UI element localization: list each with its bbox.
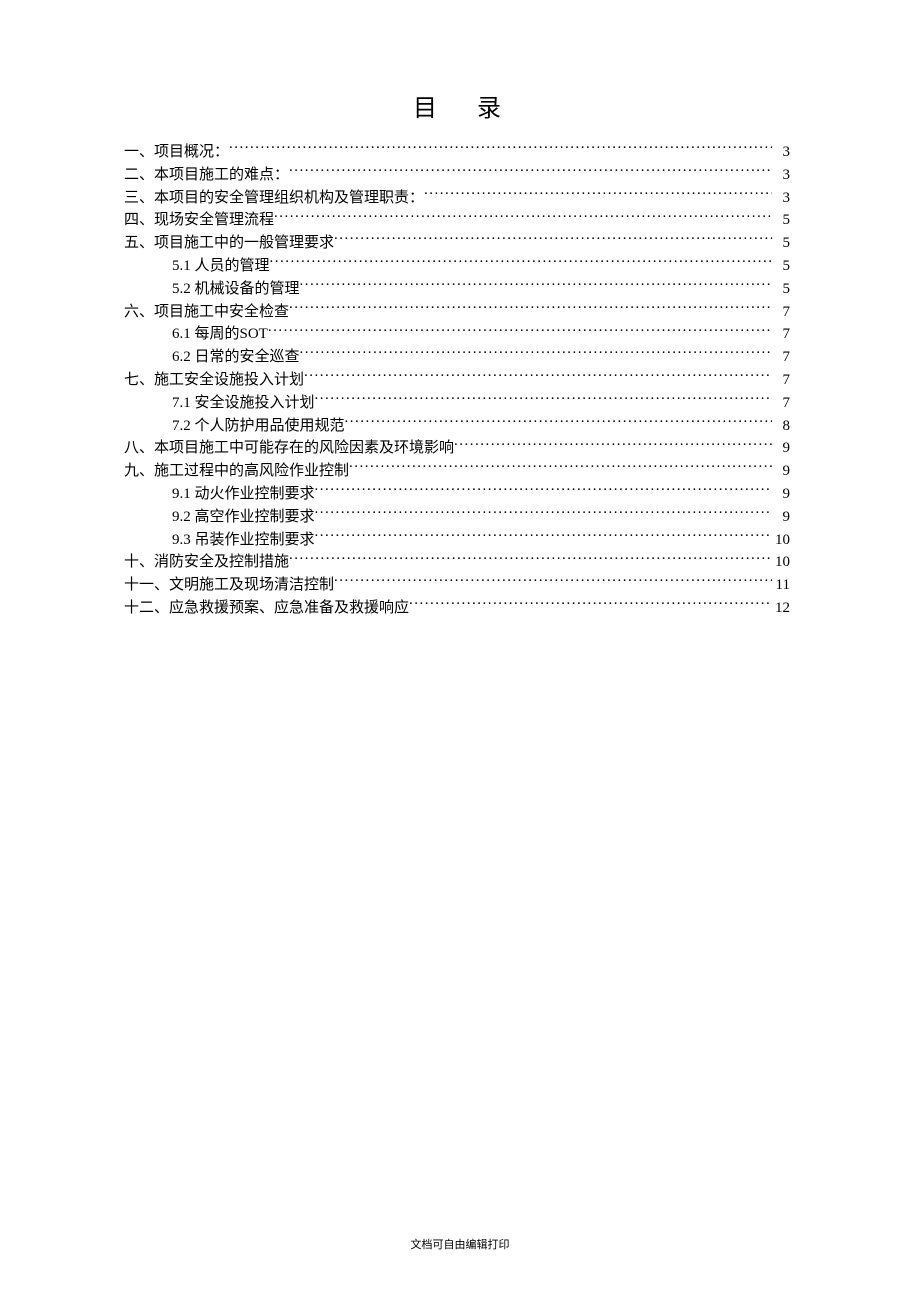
toc-entry-page: 9 [772,460,790,483]
toc-leader-dots [345,415,772,430]
toc-entry: 四、现场安全管理流程 5 [124,209,790,232]
toc-entry-text: 7.2 个人防护用品使用规范 [172,415,345,438]
toc-entry-page: 9 [772,483,790,506]
toc-entry-page: 12 [772,597,790,620]
toc-entry-page: 10 [772,529,790,552]
toc-entry: 9.3 吊装作业控制要求 10 [124,529,790,552]
toc-leader-dots [424,187,772,202]
toc-leader-dots [334,232,772,247]
toc-entry-page: 3 [772,141,790,164]
toc-entry-text: 六、项目施工中安全检查 [124,301,289,324]
toc-leader-dots [270,255,772,270]
toc-entry: 7.2 个人防护用品使用规范 8 [124,415,790,438]
toc-leader-dots [300,278,772,293]
toc-entry-text: 三、本项目的安全管理组织机构及管理职责： [124,187,424,210]
toc-leader-dots [289,551,772,566]
toc-leader-dots [315,506,772,521]
toc-leader-dots [315,483,772,498]
toc-entry-text: 7.1 安全设施投入计划 [172,392,315,415]
toc-entry-page: 8 [772,415,790,438]
toc-entry-page: 7 [772,323,790,346]
toc-entry-text: 5.2 机械设备的管理 [172,278,300,301]
toc-entry-page: 5 [772,278,790,301]
toc-entry: 9.2 高空作业控制要求 9 [124,506,790,529]
toc-entry: 7.1 安全设施投入计划 7 [124,392,790,415]
toc-entry: 五、项目施工中的一般管理要求 5 [124,232,790,255]
toc-leader-dots [454,437,772,452]
toc-entry: 5.1 人员的管理 5 [124,255,790,278]
toc-title: 目录 [124,88,790,123]
toc-entry-page: 5 [772,232,790,255]
toc-entry: 9.1 动火作业控制要求 9 [124,483,790,506]
toc-entry-page: 5 [772,255,790,278]
toc-entry-text: 十一、文明施工及现场清洁控制 [124,574,334,597]
toc-entry-page: 7 [772,392,790,415]
toc-leader-dots [409,597,772,612]
document-page: 目录 一、项目概况：3二、本项目施工的难点：3三、本项目的安全管理组织机构及管理… [0,0,920,620]
toc-entry-text: 四、现场安全管理流程 [124,209,274,232]
toc-entry-page: 5 [772,209,790,232]
toc-entry-page: 9 [772,506,790,529]
toc-entry-text: 9.3 吊装作业控制要求 [172,529,315,552]
toc-entry: 十、消防安全及控制措施 10 [124,551,790,574]
toc-entry: 七、施工安全设施投入计划 7 [124,369,790,392]
toc-entry: 6.1 每周的SOT 7 [124,323,790,346]
toc-entry-text: 二、本项目施工的难点： [124,164,289,187]
toc-entry-text: 9.2 高空作业控制要求 [172,506,315,529]
toc-entry: 6.2 日常的安全巡查 7 [124,346,790,369]
toc-entry: 一、项目概况： 3 [124,141,790,164]
toc-entry-text: 九、施工过程中的高风险作业控制 [124,460,349,483]
toc-leader-dots [289,301,772,316]
toc-leader-dots [300,346,772,361]
toc-entry-text: 五、项目施工中的一般管理要求 [124,232,334,255]
toc-entry: 八、本项目施工中可能存在的风险因素及环境影响 9 [124,437,790,460]
page-footer: 文档可自由编辑打印 [0,1236,920,1252]
toc-entry-text: 七、施工安全设施投入计划 [124,369,304,392]
toc-entry-text: 9.1 动火作业控制要求 [172,483,315,506]
toc-entry-text: 一、项目概况： [124,141,229,164]
toc-entry-page: 3 [772,164,790,187]
toc-entry-page: 7 [772,301,790,324]
toc-leader-dots [315,529,772,544]
toc-entry-text: 6.2 日常的安全巡查 [172,346,300,369]
toc-leader-dots [304,369,772,384]
toc-entry-page: 9 [772,437,790,460]
toc-entry: 十一、文明施工及现场清洁控制 11 [124,574,790,597]
toc-entry: 九、施工过程中的高风险作业控制 9 [124,460,790,483]
toc-entry-text: 5.1 人员的管理 [172,255,270,278]
toc-leader-dots [289,164,772,179]
toc-entry: 六、项目施工中安全检查 7 [124,301,790,324]
toc-leader-dots [274,209,772,224]
toc-entry-text: 十、消防安全及控制措施 [124,551,289,574]
toc-entry-text: 6.1 每周的SOT [172,323,268,346]
table-of-contents: 一、项目概况：3二、本项目施工的难点：3三、本项目的安全管理组织机构及管理职责：… [124,141,790,620]
toc-entry-text: 八、本项目施工中可能存在的风险因素及环境影响 [124,437,454,460]
toc-entry-page: 11 [772,574,790,597]
toc-entry-page: 7 [772,369,790,392]
toc-entry-page: 7 [772,346,790,369]
toc-entry-page: 10 [772,551,790,574]
toc-leader-dots [315,392,772,407]
toc-entry: 二、本项目施工的难点： 3 [124,164,790,187]
toc-entry: 5.2 机械设备的管理 5 [124,278,790,301]
toc-entry-page: 3 [772,187,790,210]
toc-leader-dots [229,141,772,156]
toc-leader-dots [349,460,772,475]
toc-entry: 十二、应急救援预案、应急准备及救援响应 12 [124,597,790,620]
toc-entry-text: 十二、应急救援预案、应急准备及救援响应 [124,597,409,620]
toc-leader-dots [268,323,772,338]
toc-entry: 三、本项目的安全管理组织机构及管理职责： 3 [124,187,790,210]
toc-leader-dots [334,574,772,589]
